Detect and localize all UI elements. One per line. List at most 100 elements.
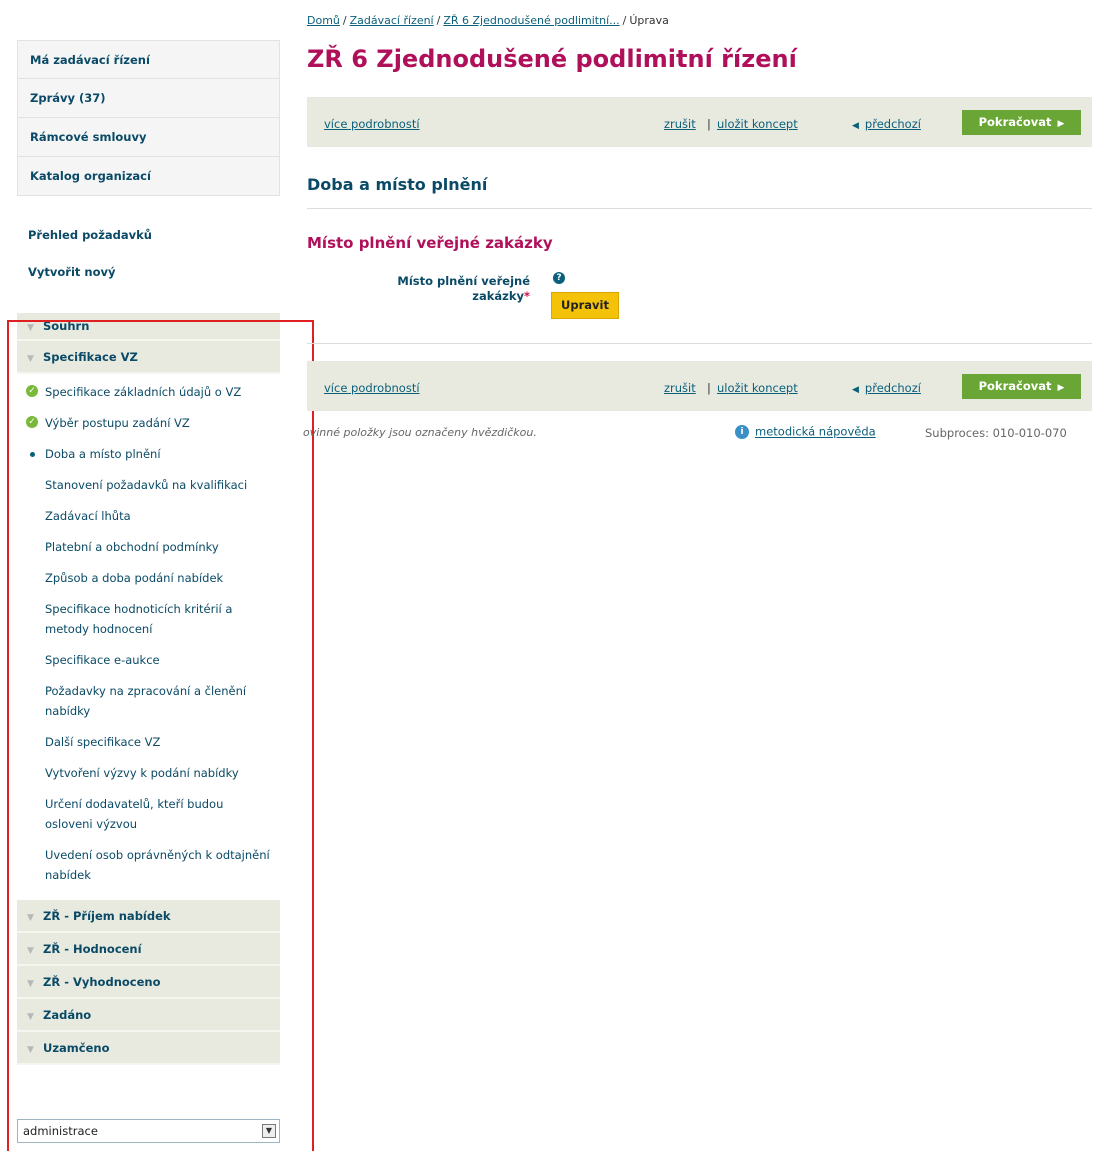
previous-link[interactable]: ◀ předchozí <box>852 381 921 395</box>
step-offer-structure[interactable]: Požadavky na zpracování a členění nabídk… <box>17 681 280 721</box>
previous-label: předchozí <box>864 117 921 131</box>
nav-framework-agreements[interactable]: Rámcové smlouvy <box>17 118 280 157</box>
phase-label: ZŘ - Vyhodnoceno <box>43 975 161 989</box>
page-title: ZŘ 6 Zjednodušené podlimitní řízení <box>307 45 797 73</box>
subsection-title: Místo plnění veřejné zakázky <box>307 234 553 252</box>
phase-evaluated[interactable]: ▼ ZŘ - Vyhodnoceno <box>17 966 280 999</box>
previous-link[interactable]: ◀ předchozí <box>852 117 921 131</box>
edit-button[interactable]: Upravit <box>551 292 619 319</box>
step-time-place[interactable]: Doba a místo plnění <box>17 444 280 464</box>
action-bar-bottom: více podrobností zrušit | uložit koncept… <box>307 361 1092 411</box>
step-label: Specifikace hodnoticích kritérií a metod… <box>45 602 233 636</box>
nav-messages[interactable]: Zprávy (37) <box>17 79 280 118</box>
phase-label: ZŘ - Příjem nabídek <box>43 909 171 923</box>
breadcrumb-home[interactable]: Domů <box>307 14 340 27</box>
phase-label: Souhrn <box>43 319 90 333</box>
dropdown-arrow-icon[interactable]: ▼ <box>262 1124 276 1138</box>
step-suppliers[interactable]: Určení dodavatelů, kteří budou osloveni … <box>17 794 280 834</box>
more-details-link[interactable]: více podrobností <box>324 381 420 395</box>
nav-my-procurements[interactable]: Má zadávací řízení <box>17 40 280 79</box>
subprocess-code: Subproces: 010-010-070 <box>925 426 1067 440</box>
breadcrumb-current: Úprava <box>629 14 669 27</box>
step-label: Požadavky na zpracování a členění nabídk… <box>45 684 247 718</box>
breadcrumb-tender[interactable]: ZŘ 6 Zjednodušené podlimitní... <box>443 14 619 27</box>
collapse-arrow-icon: ▼ <box>27 1045 34 1055</box>
field-label-text: Místo plnění veřejné zakázky <box>397 274 530 303</box>
step-label: Stanovení požadavků na kvalifikaci <box>45 478 248 492</box>
step-other-spec[interactable]: Další specifikace VZ <box>17 732 280 752</box>
previous-label: předchozí <box>864 381 921 395</box>
cancel-link[interactable]: zrušit <box>664 117 696 131</box>
required-note: ovinné položky jsou označeny hvězdičkou. <box>303 426 537 439</box>
step-label: Doba a místo plnění <box>45 447 161 461</box>
methodic-help-label: metodická nápověda <box>755 424 876 439</box>
methodic-help-link[interactable]: i metodická nápověda <box>735 424 876 439</box>
top-navigation: Má zadávací řízení Zprávy (37) Rámcové s… <box>17 40 280 196</box>
required-mark: * <box>523 289 530 303</box>
more-details-link[interactable]: více podrobností <box>324 117 420 131</box>
phase-evaluation[interactable]: ▼ ZŘ - Hodnocení <box>17 933 280 966</box>
phase-label: Zadáno <box>43 1008 92 1022</box>
step-label: Určení dodavatelů, kteří budou osloveni … <box>45 797 224 831</box>
phase-specification[interactable]: ▼ Specifikace VZ <box>17 341 280 374</box>
breadcrumb: Domů / Zadávací řízení / ZŘ 6 Zjednodušené p… <box>307 14 669 27</box>
step-label: Výběr postupu zadání VZ <box>45 416 190 430</box>
continue-label: Pokračovat <box>978 115 1052 129</box>
cancel-link[interactable]: zrušit <box>664 381 696 395</box>
collapse-arrow-icon: ▼ <box>27 946 34 956</box>
phase-label: Specifikace VZ <box>43 350 138 364</box>
link-separator: | <box>707 117 711 131</box>
step-criteria[interactable]: Specifikace hodnoticích kritérií a metod… <box>17 599 280 639</box>
step-authorized-persons[interactable]: Uvedení osob oprávněných k odtajnění nab… <box>17 845 280 885</box>
action-bar-top: více podrobností zrušit | uložit koncept… <box>307 97 1092 147</box>
phase-summary[interactable]: ▼ Souhrn <box>17 313 280 341</box>
check-icon: ✓ <box>26 416 38 428</box>
divider <box>307 208 1092 209</box>
step-label: Platební a obchodní podmínky <box>45 540 219 554</box>
step-qualification[interactable]: Stanovení požadavků na kvalifikaci <box>17 475 280 495</box>
step-label: Specifikace základních údajů o VZ <box>45 385 242 399</box>
step-deadline[interactable]: Zadávací lhůta <box>17 506 280 526</box>
link-separator: | <box>707 381 711 395</box>
step-submission[interactable]: Způsob a doba podání nabídek <box>17 568 280 588</box>
process-panel: ▼ Souhrn ▼ Specifikace VZ ✓ Specifikace zák… <box>17 313 280 1065</box>
divider <box>307 343 1092 344</box>
step-invitation[interactable]: Vytvoření výzvy k podání nabídky <box>17 763 280 783</box>
step-label: Vytvoření výzvy k podání nabídky <box>45 766 239 780</box>
triangle-left-icon: ◀ <box>852 121 859 131</box>
continue-button[interactable]: Pokračovat ▶ <box>962 374 1081 399</box>
step-label: Způsob a doba podání nabídek <box>45 571 224 585</box>
phase-steps: ✓ Specifikace základních údajů o VZ ✓ Výbě… <box>17 374 280 900</box>
field-label: Místo plnění veřejné zakázky* <box>370 274 530 304</box>
step-payment-terms[interactable]: Platební a obchodní podmínky <box>17 537 280 557</box>
section-title: Doba a místo plnění <box>307 175 488 194</box>
help-icon[interactable]: ? <box>553 272 565 284</box>
step-basic-data[interactable]: ✓ Specifikace základních údajů o VZ <box>17 382 280 402</box>
continue-label: Pokračovat <box>978 379 1052 393</box>
step-label: Specifikace e-aukce <box>45 653 160 667</box>
collapse-arrow-icon: ▼ <box>27 1012 34 1022</box>
step-eauction[interactable]: Specifikace e-aukce <box>17 650 280 670</box>
phase-label: ZŘ - Hodnocení <box>43 942 142 956</box>
save-draft-link[interactable]: uložit koncept <box>717 117 798 131</box>
step-procedure-selection[interactable]: ✓ Výběr postupu zadání VZ <box>17 413 280 433</box>
triangle-right-icon: ▶ <box>1057 119 1065 129</box>
phase-awarded[interactable]: ▼ Zadáno <box>17 999 280 1032</box>
breadcrumb-separator: / <box>436 14 441 27</box>
breadcrumb-separator: / <box>622 14 627 27</box>
check-icon: ✓ <box>26 385 38 397</box>
create-new-link[interactable]: Vytvořit nový <box>28 265 152 279</box>
breadcrumb-separator: / <box>342 14 347 27</box>
save-draft-link[interactable]: uložit koncept <box>717 381 798 395</box>
continue-button[interactable]: Pokračovat ▶ <box>962 110 1081 135</box>
breadcrumb-procurement[interactable]: Zadávací řízení <box>350 14 434 27</box>
role-select[interactable]: administrace ▼ <box>17 1119 280 1143</box>
collapse-arrow-icon: ▼ <box>27 979 34 989</box>
step-label: Uvedení osob oprávněných k odtajnění nab… <box>45 848 270 882</box>
triangle-right-icon: ▶ <box>1057 383 1065 393</box>
phase-offers-receipt[interactable]: ▼ ZŘ - Příjem nabídek <box>17 900 280 933</box>
nav-organization-catalog[interactable]: Katalog organizací <box>17 157 280 196</box>
collapse-arrow-icon: ▼ <box>27 913 34 923</box>
phase-locked[interactable]: ▼ Uzamčeno <box>17 1032 280 1065</box>
requests-overview-link[interactable]: Přehled požadavků <box>28 228 152 242</box>
